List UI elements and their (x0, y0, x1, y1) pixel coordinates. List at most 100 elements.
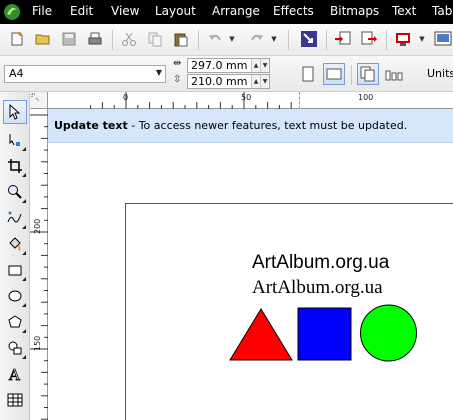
polygon-tool[interactable] (3, 310, 27, 334)
freehand-tool-icon (7, 211, 22, 223)
publish-pdf-button[interactable] (392, 28, 414, 50)
redo-dropdown[interactable]: ▼ (270, 33, 278, 45)
menu-bitmaps[interactable]: Bitmaps (330, 4, 379, 18)
property-bar: A4 ▼ ⇹ 297.0 mm ▲▼ ⇳ 210.0 mm ▲▼ Units: (0, 56, 453, 92)
ruler-origin[interactable] (30, 92, 48, 109)
red-triangle-shape[interactable] (229, 308, 293, 362)
toolbar-separator (288, 30, 289, 50)
square (297, 307, 352, 361)
horizontal-ruler[interactable]: 0 50 100 (48, 92, 453, 109)
portrait-button[interactable] (297, 63, 319, 85)
notice-message: - To access newer features, text must be… (131, 119, 408, 132)
print-button[interactable] (84, 28, 106, 50)
app-logo-icon[interactable] (2, 2, 22, 22)
smart-fill-tool[interactable] (3, 232, 27, 256)
update-text-notice[interactable]: Update text - To access newer features, … (48, 109, 453, 143)
toolbar-separator (386, 30, 387, 50)
ruler-label-100: 100 (358, 93, 374, 102)
landscape-button[interactable] (323, 63, 345, 85)
table-tool-icon (7, 393, 23, 407)
menu-text[interactable]: Text (392, 4, 416, 18)
all-pages-button[interactable] (357, 63, 379, 85)
page-height-icon: ⇳ (173, 74, 182, 85)
crop-tool-icon (8, 159, 22, 173)
current-page-button[interactable] (383, 63, 405, 85)
toolbox: A (0, 92, 30, 420)
page-width-spinner[interactable]: ▲ ▼ (251, 59, 269, 72)
flyout-indicator (22, 225, 26, 229)
cut-button[interactable] (118, 28, 140, 50)
pick-tool[interactable] (3, 100, 27, 124)
page-width-field[interactable]: 297.0 mm ▲ ▼ (187, 58, 270, 73)
page-height-value: 210.0 mm (191, 75, 248, 88)
flyout-indicator (22, 251, 26, 255)
import-button[interactable] (332, 28, 354, 50)
undo-dropdown[interactable]: ▼ (228, 33, 236, 45)
app-launcher-icon (301, 31, 317, 47)
flyout-indicator (22, 303, 26, 307)
basic-shapes-tool[interactable] (3, 336, 27, 360)
flyout-indicator (22, 173, 26, 177)
export-icon (361, 31, 377, 45)
menu-bar: File Edit View Layout Arrange Effects Bi… (0, 0, 453, 24)
redo-button[interactable] (246, 28, 268, 50)
undo-icon (209, 34, 221, 41)
cut-icon (122, 32, 136, 46)
table-tool[interactable] (3, 388, 27, 412)
menu-edit[interactable]: Edit (70, 4, 93, 18)
text-tool[interactable]: A (3, 362, 27, 386)
new-document-button[interactable] (6, 28, 28, 50)
page-size-select[interactable]: A4 ▼ (4, 65, 166, 83)
app-launcher-button[interactable] (298, 28, 320, 50)
all-pages-icon (360, 66, 375, 82)
guide-marker (299, 92, 300, 109)
shape-tool[interactable] (3, 128, 27, 152)
notice-title: Update text (54, 119, 128, 132)
green-circle-shape[interactable] (359, 303, 419, 363)
drawing-canvas[interactable]: Update text - To access newer features, … (48, 109, 453, 420)
standard-toolbar: ▼ ▼ ▼ (0, 24, 453, 56)
menu-file[interactable]: File (32, 4, 52, 18)
vertical-ruler-ticks (30, 114, 48, 420)
publish-dropdown[interactable]: ▼ (418, 33, 426, 45)
zoom-tool-icon (8, 185, 22, 199)
zoom-tool[interactable] (3, 180, 27, 204)
welcome-screen-icon (434, 31, 452, 46)
undo-button[interactable] (204, 28, 226, 50)
toolbar-separator (351, 65, 352, 85)
units-label: Units: (427, 67, 453, 80)
menu-arrange[interactable]: Arrange (212, 4, 260, 18)
redo-icon (251, 34, 263, 41)
rectangle-tool[interactable] (3, 258, 27, 282)
open-button[interactable] (32, 28, 54, 50)
freehand-tool[interactable] (3, 206, 27, 230)
vertical-ruler[interactable]: 200 150 (30, 109, 48, 420)
flyout-indicator (22, 147, 26, 151)
triangle (229, 308, 293, 361)
new-document-icon (11, 32, 23, 46)
export-button[interactable] (358, 28, 380, 50)
import-icon (335, 31, 351, 45)
page-width-value: 297.0 mm (191, 59, 248, 72)
menu-view[interactable]: View (111, 4, 139, 18)
copy-button[interactable] (144, 28, 166, 50)
menu-layout[interactable]: Layout (155, 4, 196, 18)
paste-button[interactable] (170, 28, 192, 50)
toolbar-separator (198, 30, 199, 50)
page-height-spinner[interactable]: ▲ ▼ (251, 75, 269, 88)
ruler-label-50: 50 (241, 93, 252, 102)
ellipse-tool[interactable] (3, 284, 27, 308)
artistic-text-serif[interactable]: ArtAlbum.org.ua (252, 277, 383, 299)
menu-effects[interactable]: Effects (273, 4, 314, 18)
page-width-icon: ⇹ (173, 58, 182, 69)
save-button[interactable] (58, 28, 80, 50)
chevron-down-icon: ▼ (155, 68, 162, 77)
artistic-text-sans[interactable]: ArtAlbum.org.ua (252, 252, 389, 274)
menu-table[interactable]: Tab (432, 4, 452, 18)
welcome-screen-button[interactable] (432, 28, 453, 50)
crop-tool[interactable] (3, 154, 27, 178)
page-height-field[interactable]: 210.0 mm ▲ ▼ (187, 74, 270, 89)
blue-square-shape[interactable] (297, 307, 353, 362)
copy-icon (148, 32, 162, 47)
toolbar-separator (326, 30, 327, 50)
